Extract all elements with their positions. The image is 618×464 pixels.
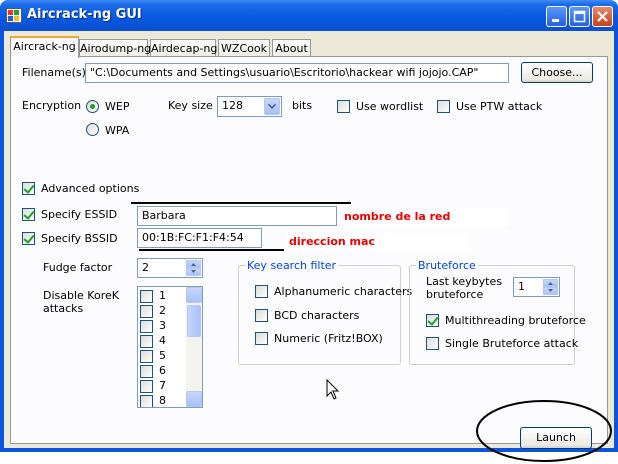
- korek-attack-list[interactable]: 1 2 3 4 5 6 7 8: [137, 286, 203, 408]
- essid-annotation: nombre de la red: [341, 208, 509, 226]
- multithreading-label: Multithreading bruteforce: [445, 314, 586, 327]
- specify-essid-checkbox[interactable]: [22, 208, 35, 221]
- tab-wzcook[interactable]: WZCook: [218, 39, 270, 57]
- tab-airdecap[interactable]: Airdecap-ng: [150, 39, 217, 57]
- bssid-input[interactable]: 00:1B:FC:F1:F4:54: [137, 228, 262, 248]
- korek-4-checkbox[interactable]: [140, 335, 153, 348]
- keysize-select[interactable]: 128: [217, 96, 282, 117]
- korek-6-checkbox[interactable]: [140, 365, 153, 378]
- single-bruteforce-label: Single Bruteforce attack: [445, 337, 579, 350]
- korek-scrollbar[interactable]: [186, 287, 202, 407]
- handwritten-underline-bssid: [139, 249, 284, 251]
- single-bruteforce-checkbox[interactable]: [426, 337, 439, 350]
- essid-input[interactable]: Barbara: [137, 206, 337, 226]
- advanced-options-checkbox[interactable]: [22, 182, 35, 195]
- close-icon: [597, 11, 608, 22]
- handwritten-underline: [131, 202, 351, 204]
- maximize-icon: [573, 10, 586, 23]
- bruteforce-group: Bruteforce Last keybytes bruteforce 1 Mu…: [409, 259, 586, 365]
- bssid-annotation: direccion mac: [286, 233, 470, 251]
- use-ptw-label: Use PTW attack: [456, 100, 543, 113]
- fudge-factor-label: Fudge factor: [43, 261, 113, 274]
- close-button[interactable]: [592, 6, 613, 27]
- maximize-button[interactable]: [569, 6, 590, 27]
- filename-label: Filename(s): [22, 66, 86, 79]
- korek-3-checkbox[interactable]: [140, 320, 153, 333]
- tab-airodump[interactable]: Airodump-ng: [79, 39, 151, 57]
- aircrack-tab-page: Filename(s) "C:\Documents and Settings\u…: [10, 56, 612, 462]
- alphanumeric-label: Alphanumeric characters: [274, 285, 413, 298]
- wpa-radio[interactable]: [86, 123, 99, 136]
- keysize-value: 128: [222, 99, 243, 112]
- spin-up-icon[interactable]: [186, 260, 201, 268]
- client-area: Aircrack-ng Airodump-ng Airdecap-ng WZCo…: [4, 31, 614, 462]
- fudge-factor-value: 2: [142, 261, 149, 274]
- chevron-down-icon[interactable]: [264, 98, 280, 115]
- keysize-label: Key size: [168, 99, 213, 112]
- last-keybytes-spinner[interactable]: 1: [513, 277, 560, 297]
- choose-button[interactable]: Choose...: [521, 62, 593, 83]
- filename-input[interactable]: "C:\Documents and Settings\usuario\Escri…: [85, 63, 509, 83]
- scroll-up-icon[interactable]: [186, 287, 202, 303]
- specify-essid-label: Specify ESSID: [41, 208, 118, 221]
- korek-1-checkbox[interactable]: [140, 290, 153, 303]
- scroll-thumb[interactable]: [187, 305, 201, 337]
- numeric-fritzbox-label: Numeric (Fritz!BOX): [274, 332, 383, 345]
- alphanumeric-checkbox[interactable]: [255, 285, 268, 298]
- last-keybytes-value: 1: [518, 280, 525, 293]
- app-window: Aircrack-ng GUI Aircrack-ng Airodump-ng …: [0, 0, 618, 462]
- bcd-label: BCD characters: [274, 309, 360, 322]
- spin-down-icon[interactable]: [186, 268, 201, 276]
- spin-up-icon[interactable]: [543, 279, 558, 287]
- korek-8-checkbox[interactable]: [140, 395, 153, 407]
- specify-bssid-checkbox[interactable]: [22, 232, 35, 245]
- window-title: Aircrack-ng GUI: [27, 7, 142, 22]
- minimize-icon: [552, 19, 559, 22]
- multithreading-checkbox[interactable]: [426, 314, 439, 327]
- scroll-down-icon[interactable]: [186, 391, 202, 407]
- mouse-cursor-icon: [326, 379, 340, 400]
- key-search-filter-group: Key search filter Alphanumeric character…: [238, 259, 412, 365]
- specify-bssid-label: Specify BSSID: [41, 232, 118, 245]
- fudge-factor-spinner[interactable]: 2: [137, 258, 203, 278]
- spin-down-icon[interactable]: [543, 287, 558, 295]
- korek-7-checkbox[interactable]: [140, 380, 153, 393]
- korek-2-checkbox[interactable]: [140, 305, 153, 318]
- use-ptw-checkbox[interactable]: [437, 100, 450, 113]
- korek-5-checkbox[interactable]: [140, 350, 153, 363]
- bits-label: bits: [292, 99, 313, 112]
- spin-buttons[interactable]: [186, 260, 201, 276]
- wep-label: WEP: [105, 100, 130, 113]
- wpa-label: WPA: [105, 124, 130, 137]
- disable-korek-label: Disable KoreK attacks: [43, 289, 119, 315]
- key-search-filter-title: Key search filter: [245, 259, 339, 272]
- bcd-checkbox[interactable]: [255, 309, 268, 322]
- last-keybytes-label: Last keybytes bruteforce: [426, 275, 502, 301]
- bruteforce-title: Bruteforce: [416, 259, 478, 272]
- wep-radio[interactable]: [86, 100, 99, 113]
- encryption-label: Encryption: [22, 99, 82, 112]
- advanced-options-label: Advanced options: [41, 182, 140, 195]
- minimize-button[interactable]: [546, 6, 567, 27]
- tab-about[interactable]: About: [272, 39, 311, 57]
- numeric-fritzbox-checkbox[interactable]: [255, 332, 268, 345]
- use-wordlist-checkbox[interactable]: [337, 100, 350, 113]
- spin-buttons[interactable]: [543, 279, 558, 295]
- app-icon: [6, 8, 22, 23]
- title-bar[interactable]: Aircrack-ng GUI: [0, 0, 618, 31]
- use-wordlist-label: Use wordlist: [356, 100, 424, 113]
- handwritten-circle: [476, 400, 612, 462]
- tab-aircrack[interactable]: Aircrack-ng: [10, 36, 79, 58]
